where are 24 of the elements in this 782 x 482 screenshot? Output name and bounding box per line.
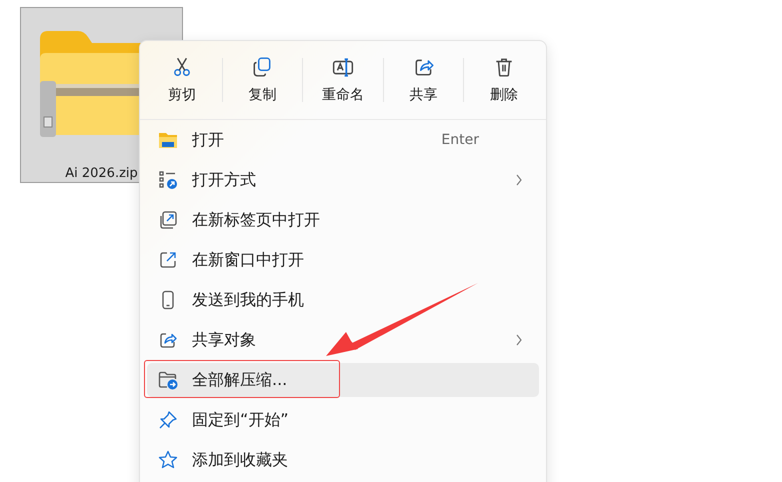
new-window-icon (158, 250, 178, 270)
rename-icon (332, 56, 354, 78)
folder-icon (158, 130, 178, 150)
menu-item[interactable]: 全部解压缩... (147, 363, 539, 397)
menu-item[interactable]: 固定到“开始” (147, 403, 539, 437)
chevron-right-icon (515, 334, 523, 346)
folder-arrow-icon (158, 370, 178, 390)
menu-item[interactable]: 添加到收藏夹 (147, 443, 539, 477)
pin-icon (158, 410, 178, 430)
menu-item[interactable]: 共享对象 (147, 323, 539, 357)
menu-item[interactable]: 在新标签页中打开 (147, 203, 539, 237)
list-icon (158, 170, 178, 190)
new-tab-icon (158, 210, 178, 230)
toolbar-button[interactable]: 重命名 (303, 45, 383, 115)
copy-icon (251, 56, 274, 78)
star-icon (158, 450, 178, 470)
toolbar-button[interactable]: 共享 (384, 45, 464, 115)
toolbar-button[interactable]: 复制 (222, 45, 302, 115)
menu-item[interactable]: 发送到我的手机 (147, 283, 539, 317)
shortcut-text: Enter (441, 132, 479, 148)
chevron-right-icon (515, 174, 523, 186)
toolbar-button[interactable]: 删除 (464, 45, 544, 115)
file-name: Ai 2026.zip (65, 166, 138, 181)
menu-item[interactable]: 在新窗口中打开 (147, 243, 539, 277)
